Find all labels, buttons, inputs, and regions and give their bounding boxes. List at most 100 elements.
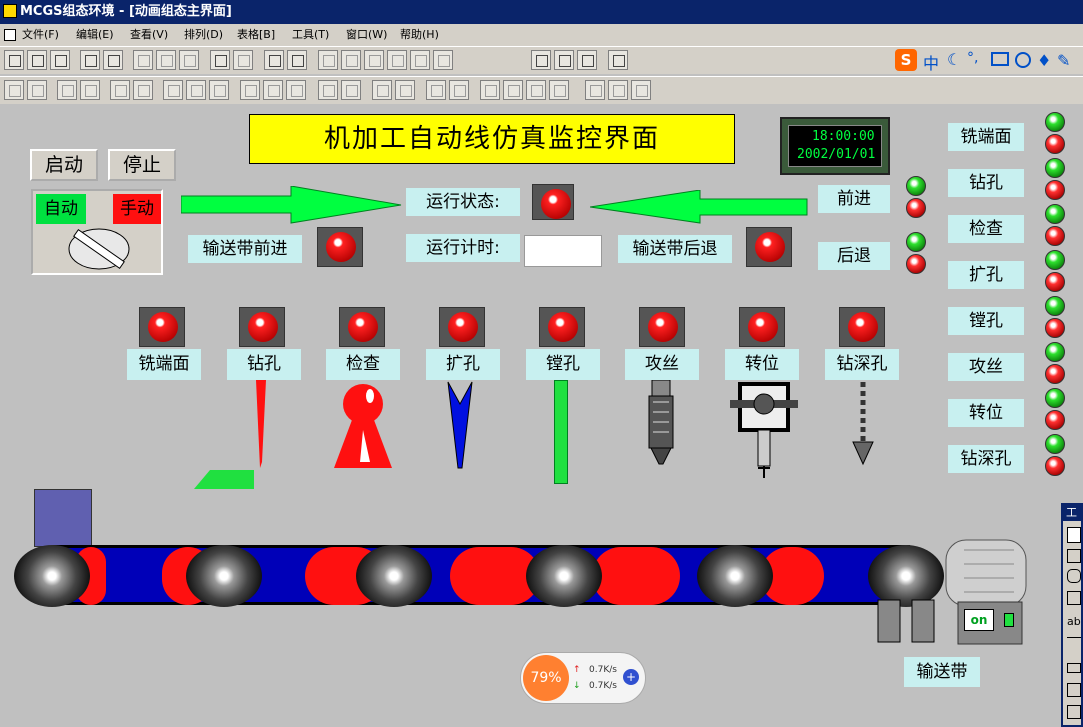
align-tool-5[interactable]	[110, 80, 130, 100]
layer-tool-3[interactable]	[526, 80, 546, 100]
paste-button[interactable]	[179, 50, 199, 70]
rotate-tool-2[interactable]	[395, 80, 415, 100]
slider-tool-icon[interactable]	[1067, 663, 1081, 673]
space-tool-1[interactable]	[163, 80, 183, 100]
stop-button[interactable]: 停止	[108, 149, 176, 181]
line-tool-icon[interactable]	[1067, 637, 1081, 638]
flip-tool-2[interactable]	[341, 80, 361, 100]
moon-icon[interactable]: ☾	[947, 50, 961, 69]
align-tool-3[interactable]	[57, 80, 77, 100]
rounded-rect-tool-icon[interactable]	[1067, 569, 1081, 583]
copy-button[interactable]	[156, 50, 176, 70]
menu-window[interactable]: 窗口(W)	[346, 24, 387, 46]
open-button[interactable]	[27, 50, 47, 70]
conveyor-backward-led[interactable]	[746, 227, 792, 267]
conveyor-forward-led[interactable]	[317, 227, 363, 267]
layer-tool-2[interactable]	[503, 80, 523, 100]
sogou-icon[interactable]: S	[895, 49, 917, 71]
redo-button[interactable]	[233, 50, 253, 70]
help-pointer-button[interactable]	[608, 50, 628, 70]
selector-knob-icon[interactable]	[63, 224, 135, 274]
rotate-tool-1[interactable]	[372, 80, 392, 100]
document-icon[interactable]	[4, 29, 16, 41]
sort-button[interactable]	[577, 50, 597, 70]
start-button[interactable]: 启动	[30, 149, 98, 181]
edit-tool-2-button[interactable]	[341, 50, 361, 70]
keyboard-icon[interactable]	[991, 52, 1009, 66]
right-station-deep-drill[interactable]: 钻深孔	[948, 445, 1024, 473]
station-led-inspect	[339, 307, 385, 347]
space-tool-3[interactable]	[209, 80, 229, 100]
text-tool-icon[interactable]: ab	[1067, 615, 1081, 628]
motor-status-light	[1004, 613, 1014, 627]
running-state-label: 运行状态:	[406, 188, 520, 216]
edit-tool-3-button[interactable]	[364, 50, 384, 70]
menu-file[interactable]: 文件(F)	[22, 24, 59, 46]
edit-tool-1-button[interactable]	[318, 50, 338, 70]
menu-help[interactable]: 帮助(H)	[400, 24, 439, 46]
undo-button[interactable]	[210, 50, 230, 70]
menu-bar: 文件(F) 编辑(E) 查看(V) 排列(D) 表格[B] 工具(T) 窗口(W…	[0, 24, 1083, 46]
right-station-inspect[interactable]: 检查	[948, 215, 1024, 243]
wrench-icon[interactable]: ✎	[1057, 51, 1070, 70]
right-station-drill[interactable]: 钻孔	[948, 169, 1024, 197]
menu-arrange[interactable]: 排列(D)	[184, 24, 223, 46]
layer-tool-4[interactable]	[549, 80, 569, 100]
settings-button[interactable]	[531, 50, 551, 70]
cut-button[interactable]	[133, 50, 153, 70]
print-preview-button[interactable]	[103, 50, 123, 70]
ungroup-button[interactable]	[449, 80, 469, 100]
fill-button[interactable]	[608, 80, 628, 100]
network-monitor-widget[interactable]: 79% ↑ 0.7K/s ↓ 0.7K/s +	[520, 652, 646, 704]
manual-mode-button[interactable]: 手动	[113, 194, 161, 224]
align-right-button[interactable]	[433, 50, 453, 70]
auto-mode-button[interactable]: 自动	[36, 194, 86, 224]
skin-icon[interactable]: ♦	[1037, 51, 1051, 70]
align-tool-6[interactable]	[133, 80, 153, 100]
size-tool-3[interactable]	[286, 80, 306, 100]
save-button[interactable]	[50, 50, 70, 70]
right-station-tap[interactable]: 攻丝	[948, 353, 1024, 381]
space-tool-2[interactable]	[186, 80, 206, 100]
menu-edit[interactable]: 编辑(E)	[76, 24, 114, 46]
layer-tool-1[interactable]	[480, 80, 500, 100]
motor-switch[interactable]: on	[964, 609, 994, 631]
size-tool-2[interactable]	[263, 80, 283, 100]
lock-button[interactable]	[585, 80, 605, 100]
punctuation-icon[interactable]: °,	[967, 50, 978, 66]
rectangle-tool-icon[interactable]	[1067, 549, 1081, 563]
properties-button[interactable]	[287, 50, 307, 70]
chart-tool-icon[interactable]	[1067, 683, 1081, 697]
menu-table[interactable]: 表格[B]	[237, 24, 275, 46]
new-window-button[interactable]	[4, 50, 24, 70]
right-station-ream[interactable]: 扩孔	[948, 261, 1024, 289]
align-left-button[interactable]	[410, 50, 430, 70]
backward-button[interactable]: 后退	[818, 242, 890, 270]
forward-button[interactable]: 前进	[818, 185, 890, 213]
workpiece-block	[34, 489, 92, 547]
pointer-tool-icon[interactable]	[1067, 527, 1081, 543]
user-icon[interactable]	[1015, 52, 1031, 68]
tools-button[interactable]	[264, 50, 284, 70]
flip-tool-1[interactable]	[318, 80, 338, 100]
menu-view[interactable]: 查看(V)	[130, 24, 168, 46]
page-title: 机加工自动线仿真监控界面	[249, 114, 735, 164]
right-station-mill-face[interactable]: 铣端面	[948, 123, 1024, 151]
align-tool-4[interactable]	[80, 80, 100, 100]
align-tool-2[interactable]	[27, 80, 47, 100]
table-tool-icon[interactable]	[1067, 705, 1081, 719]
ime-lang-toggle[interactable]: 中	[923, 50, 939, 74]
image-tool-icon[interactable]	[1067, 591, 1081, 605]
menu-tools[interactable]: 工具(T)	[292, 24, 329, 46]
align-tool-1[interactable]	[4, 80, 24, 100]
style-button[interactable]	[631, 80, 651, 100]
print-button[interactable]	[80, 50, 100, 70]
expand-plus-icon[interactable]: +	[623, 669, 639, 685]
size-tool-1[interactable]	[240, 80, 260, 100]
font-button[interactable]	[387, 50, 407, 70]
right-station-index[interactable]: 转位	[948, 399, 1024, 427]
cpu-percent: 79%	[523, 655, 569, 701]
right-station-bore[interactable]: 镗孔	[948, 307, 1024, 335]
group-button[interactable]	[426, 80, 446, 100]
check-button[interactable]	[554, 50, 574, 70]
